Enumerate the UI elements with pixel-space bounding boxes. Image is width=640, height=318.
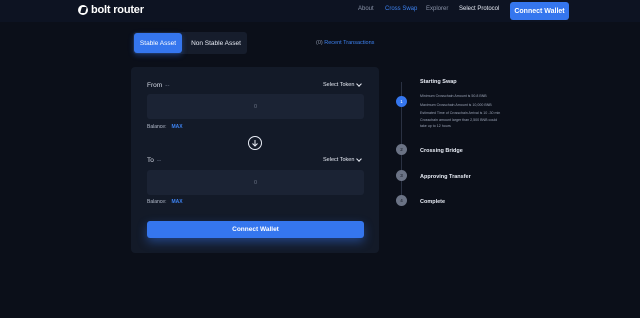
connect-wallet-button[interactable]: Connect Wallet <box>147 221 364 238</box>
connect-wallet-header-button[interactable]: Connect Wallet <box>510 2 569 20</box>
tab-stable-asset[interactable]: Stable Asset <box>134 33 182 53</box>
from-chain-value: -- <box>165 82 170 89</box>
step-title: Approving Transfer <box>420 174 471 180</box>
from-max-button[interactable]: MAX <box>171 124 182 130</box>
nav-explorer[interactable]: Explorer <box>426 6 448 12</box>
to-select-token-label: Select Token <box>323 157 355 163</box>
to-label: To <box>147 157 154 164</box>
step-number-badge: 4 <box>396 195 407 206</box>
step-detail: take up to 12 hours <box>420 123 451 128</box>
from-select-token[interactable]: Select Token <box>323 81 363 88</box>
step-title: Starting Swap <box>420 79 457 85</box>
nav-about[interactable]: About <box>358 6 374 12</box>
chevron-down-icon <box>356 81 363 87</box>
to-label-row: To -- <box>147 157 161 164</box>
logo-text: bolt router <box>91 4 144 16</box>
from-amount-input[interactable]: 0 <box>147 94 364 119</box>
from-label-row: From -- <box>147 82 170 89</box>
step-detail: Minimum Crosschain Amount is 50.8 BNB <box>420 94 487 98</box>
to-balance-label: Balance: <box>147 199 167 205</box>
to-amount-input[interactable]: 0 <box>147 170 364 195</box>
step-title: Crossing Bridge <box>420 148 463 154</box>
recent-transactions-link[interactable]: (0) Recent Transactions <box>316 40 374 46</box>
to-max-button[interactable]: MAX <box>171 199 182 205</box>
to-chain-value: -- <box>156 157 162 164</box>
step-title: Complete <box>420 199 446 205</box>
step-number-badge: 1 <box>396 96 407 107</box>
bolt-logo-icon <box>78 5 88 15</box>
recent-count: (0) <box>316 40 323 46</box>
step-number-badge: 2 <box>396 144 407 155</box>
logo[interactable]: bolt router <box>78 4 144 16</box>
from-select-token-label: Select Token <box>323 82 355 88</box>
nav-select-protocol[interactable]: Select Protocol <box>459 6 499 12</box>
tab-non-stable-asset[interactable]: Non Stable Asset <box>187 33 245 53</box>
top-nav-bar: bolt router About Cross Swap Explorer Se… <box>0 0 640 22</box>
to-select-token[interactable]: Select Token <box>323 156 363 163</box>
from-label: From <box>147 82 163 89</box>
from-balance-label: Balance: <box>147 124 167 130</box>
swap-direction-button[interactable] <box>248 136 262 150</box>
step-number-badge: 3 <box>396 170 407 181</box>
arrow-down-icon <box>252 140 258 147</box>
to-balance: Balance: MAX <box>147 199 183 205</box>
from-balance: Balance: MAX <box>147 124 183 130</box>
step-detail: Maximum Crosschain Amount is 10,000 BNB <box>420 102 492 107</box>
chevron-down-icon <box>356 156 363 162</box>
nav-cross-swap[interactable]: Cross Swap <box>385 6 417 12</box>
asset-type-tabs: Stable Asset Non Stable Asset <box>133 32 247 54</box>
recent-label: Recent Transactions <box>324 40 375 46</box>
step-detail: Estimated Time of Crosschain Arrival is … <box>420 111 501 115</box>
step-details-list: Minimum Crosschain Amount is 50.8 BNB Ma… <box>420 92 500 129</box>
